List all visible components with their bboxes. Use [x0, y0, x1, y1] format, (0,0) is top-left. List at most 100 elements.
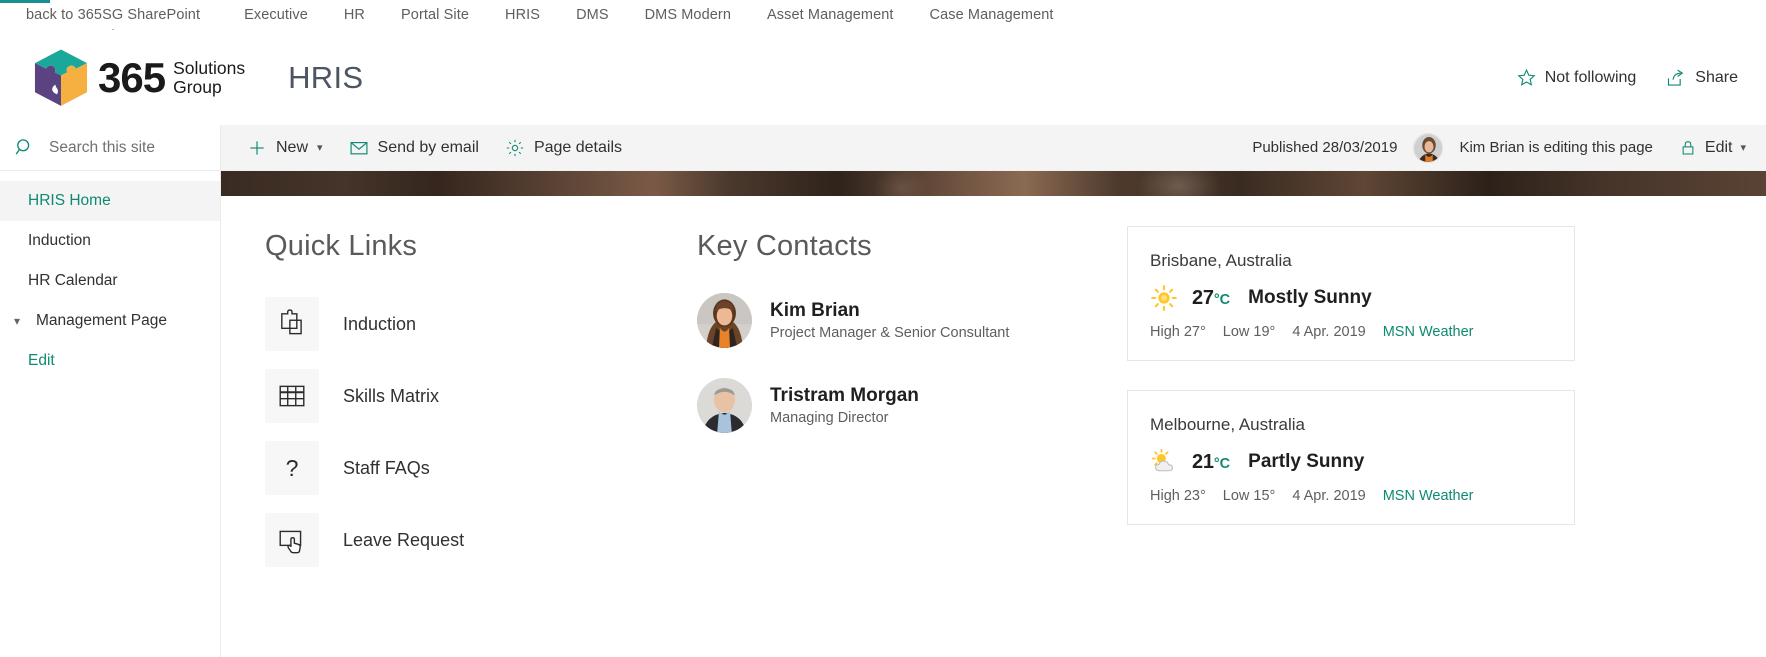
- sun-icon: [1151, 285, 1177, 311]
- weather-date: 4 Apr. 2019: [1292, 324, 1366, 340]
- avatar: [697, 293, 752, 348]
- quick-link-icon-box: [265, 297, 319, 351]
- avatar-photo-kim-brian: [697, 293, 752, 348]
- weather-details: High 27° Low 19° 4 Apr. 2019 MSN Weather: [1150, 324, 1552, 340]
- weather-condition: Mostly Sunny: [1248, 287, 1372, 308]
- suite-nav-item-case-management[interactable]: Case Management: [930, 7, 1054, 23]
- table-grid-icon: [279, 385, 305, 407]
- quick-link-induction[interactable]: Induction: [265, 297, 665, 351]
- star-icon: [1517, 68, 1536, 86]
- avatar: [697, 378, 752, 433]
- editor-avatar[interactable]: [1413, 132, 1444, 163]
- avatar-photo-kim-brian: [1414, 133, 1443, 162]
- clipboard-icon: [281, 309, 302, 335]
- avatar-photo-tristram-morgan: [697, 378, 752, 433]
- plus-icon: [250, 140, 264, 155]
- weather-temperature: 27: [1192, 286, 1214, 309]
- weather-temp-group: 21°C: [1192, 451, 1230, 474]
- weather-card-melbourne[interactable]: Melbourne, Australia 21°C Partly Sunny H…: [1127, 390, 1575, 525]
- search-input[interactable]: Search this site: [0, 125, 220, 171]
- suite-nav-item-back-to-sharepoint[interactable]: back to 365SG SharePoint: [26, 7, 200, 23]
- suite-accent-bar: [0, 0, 50, 3]
- logo-solutions-group-text: Solutions Group: [173, 57, 246, 97]
- sidebar-item-label: Management Page: [36, 312, 167, 329]
- quick-link-staff-faqs[interactable]: ? Staff FAQs: [265, 441, 665, 495]
- weather-unit: °C: [1213, 291, 1231, 308]
- chevron-down-icon: ▾: [1740, 142, 1746, 154]
- sidebar-item-hr-calendar[interactable]: HR Calendar: [0, 261, 220, 301]
- chevron-down-icon: ▾: [317, 142, 323, 154]
- quick-link-label: Skills Matrix: [343, 385, 440, 406]
- editing-status-label: Kim Brian is editing this page: [1459, 139, 1653, 156]
- weather-city: Melbourne, Australia: [1150, 415, 1305, 434]
- suite-nav-item-asset-management[interactable]: Asset Management: [767, 7, 894, 23]
- quick-links-webpart: Quick Links Induction Skills Matrix ? St…: [265, 230, 665, 585]
- weather-current: 27°C Mostly Sunny: [1150, 284, 1552, 312]
- key-contacts-webpart: Key Contacts Kim Brian Project Manager &…: [697, 230, 1127, 463]
- contact-name: Tristram Morgan: [770, 385, 919, 407]
- weather-high: High 27°: [1150, 324, 1206, 340]
- logo-365-text: 365: [98, 53, 166, 101]
- nav-item-list: HRIS Home Induction HR Calendar ▾ Manage…: [0, 171, 220, 381]
- weather-temperature: 21: [1192, 450, 1214, 473]
- header-actions: Not following Share: [1517, 68, 1738, 88]
- logo-solutions-line: Solutions: [173, 57, 246, 78]
- suite-nav-item-dms-modern[interactable]: DMS Modern: [645, 7, 731, 23]
- screen-tap-icon: [279, 530, 302, 554]
- site-logo[interactable]: 365 Solutions Group: [30, 47, 245, 109]
- site-header: 365 Solutions Group HRIS Not following S…: [0, 30, 1766, 125]
- sun-cloud-icon: [1151, 448, 1173, 472]
- quick-link-skills-matrix[interactable]: Skills Matrix: [265, 369, 665, 423]
- weather-current: 21°C Partly Sunny: [1150, 448, 1552, 476]
- contact-role: Managing Director: [770, 409, 889, 426]
- share-button[interactable]: Share: [1666, 68, 1738, 88]
- quick-links-title: Quick Links: [265, 230, 418, 262]
- send-by-email-label: Send by email: [377, 138, 479, 156]
- quick-link-icon-box: ?: [265, 441, 319, 495]
- weather-date: 4 Apr. 2019: [1292, 488, 1366, 504]
- published-date-label: Published 28/03/2019: [1252, 139, 1398, 156]
- key-contacts-list: Kim Brian Project Manager & Senior Consu…: [697, 293, 1127, 433]
- puzzle-cube-logo-icon: [34, 48, 88, 106]
- weather-temp-group: 27°C: [1192, 287, 1230, 310]
- sidebar-item-management-page[interactable]: ▾ Management Page: [0, 301, 220, 341]
- page-content: Quick Links Induction Skills Matrix ? St…: [221, 196, 1766, 657]
- weather-card-brisbane[interactable]: Brisbane, Australia 27°C Mostly Sunny Hi…: [1127, 226, 1575, 361]
- contact-tristram-morgan[interactable]: Tristram Morgan Managing Director: [697, 378, 1127, 433]
- suite-nav-item-dms[interactable]: DMS: [576, 7, 609, 23]
- sidebar-item-edit[interactable]: Edit: [0, 341, 220, 381]
- search-placeholder-label: Search this site: [49, 138, 155, 156]
- contact-name: Kim Brian: [770, 300, 860, 322]
- not-following-label: Not following: [1544, 68, 1637, 86]
- command-bar-right-group: Published 28/03/2019 Kim Brian is editin…: [1252, 132, 1746, 163]
- contact-info: Kim Brian Project Manager & Senior Consu…: [770, 298, 1009, 342]
- weather-low: Low 19°: [1222, 324, 1276, 340]
- logo-group-line: Group: [173, 76, 222, 97]
- suite-nav-item-portal-site[interactable]: Portal Site: [401, 7, 469, 23]
- weather-source-link[interactable]: MSN Weather: [1383, 488, 1474, 504]
- sidebar-item-hris-home[interactable]: HRIS Home: [0, 181, 220, 221]
- suite-nav-item-hr[interactable]: HR: [344, 7, 365, 23]
- suite-nav-item-hris[interactable]: HRIS: [505, 7, 540, 23]
- sharepoint-page: back to 365SG SharePoint Executive HR Po…: [0, 0, 1766, 657]
- weather-source-link[interactable]: MSN Weather: [1383, 324, 1474, 340]
- edit-button[interactable]: Edit ▾: [1679, 139, 1746, 157]
- contact-info: Tristram Morgan Managing Director: [770, 383, 919, 427]
- command-bar-left-group: New ▾ Send by email Page details: [247, 138, 622, 158]
- contact-kim-brian[interactable]: Kim Brian Project Manager & Senior Consu…: [697, 293, 1127, 348]
- quick-links-list: Induction Skills Matrix ? Staff FAQs Lea…: [265, 297, 665, 567]
- new-button[interactable]: New ▾: [247, 138, 323, 158]
- search-icon: [15, 139, 30, 155]
- quick-link-leave-request[interactable]: Leave Request: [265, 513, 665, 567]
- not-following-button[interactable]: Not following: [1517, 68, 1637, 87]
- weather-details: High 23° Low 15° 4 Apr. 2019 MSN Weather: [1150, 488, 1552, 504]
- lock-icon: [1682, 140, 1694, 155]
- key-contacts-title: Key Contacts: [697, 230, 872, 262]
- page-details-button[interactable]: Page details: [505, 138, 622, 158]
- send-by-email-button[interactable]: Send by email: [349, 138, 479, 158]
- sidebar-item-induction[interactable]: Induction: [0, 221, 220, 261]
- question-mark-icon: ?: [285, 454, 299, 481]
- suite-nav-item-executive[interactable]: Executive: [244, 7, 308, 23]
- gear-icon: [506, 139, 524, 156]
- quick-link-icon-box: [265, 513, 319, 567]
